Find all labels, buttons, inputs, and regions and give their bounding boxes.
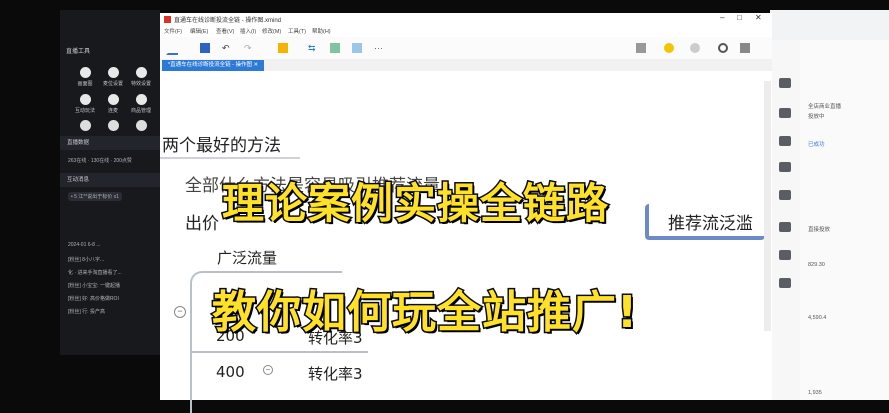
tool-effects[interactable]: 特效设置 xyxy=(130,67,152,87)
maximize-button[interactable]: □ xyxy=(737,13,742,22)
menu-help[interactable]: 帮助(H) xyxy=(312,27,331,35)
tool-extra-1[interactable] xyxy=(74,120,96,133)
menu-view[interactable]: 查看(V) xyxy=(216,27,234,35)
live-stats: 263在线 · 130在线 · 200点赞 xyxy=(68,158,132,164)
right-icon-bar xyxy=(770,40,801,400)
minimize-button[interactable]: – xyxy=(720,13,724,22)
chat-line: [粉丝] 行: 投产高 xyxy=(68,309,105,315)
menu-bar: 文件(F) 编辑(E) 查看(V) 插入(I) 修改(M) 工具(T) 帮助(H… xyxy=(160,25,772,35)
more-icon[interactable]: ⋯ xyxy=(374,43,384,53)
brush-icon[interactable] xyxy=(779,108,791,118)
tool-products[interactable]: 商品管理 xyxy=(130,94,152,114)
emoji-icon[interactable] xyxy=(690,43,700,53)
right-link[interactable]: 已成功 xyxy=(808,140,825,148)
mindmap-canvas[interactable]: 两个最好的方法 全部什么方法是容易吸引推荐流量 出价 推荐流泛滥 广泛流量 − … xyxy=(160,71,772,413)
toolbar: ↶ ↷ ⇆ ⋯ xyxy=(160,37,772,60)
app-logo-icon xyxy=(164,16,171,23)
overlay-caption-2: 教你如何玩全站推广! xyxy=(210,286,639,340)
right-text: 直接投放 xyxy=(808,227,831,233)
right-content-panel: 全店商业直播 投放中 已成功 直接投放 829.30 4,590.4 1,935 xyxy=(800,40,889,400)
menu-modify[interactable]: 修改(M) xyxy=(262,27,281,35)
panel-title: 直播工具 xyxy=(66,49,91,55)
row2-number[interactable]: 400 xyxy=(216,363,245,381)
outline-icon[interactable] xyxy=(779,190,791,200)
summary-icon[interactable] xyxy=(352,43,362,53)
topic-broad-traffic[interactable]: 广泛流量 xyxy=(217,247,277,268)
notes-icon[interactable] xyxy=(636,43,646,53)
topic-bid[interactable]: 出价 xyxy=(185,209,219,234)
topic-heading[interactable]: 两个最好的方法 xyxy=(162,131,281,156)
tool-extra-2[interactable] xyxy=(102,120,124,133)
vertical-scrollbar[interactable] xyxy=(764,81,771,331)
title-bar: 直通车在线诊断投流全链 - 操作图.xmind – □ ✕ xyxy=(160,13,772,25)
branch-connector xyxy=(190,271,212,413)
collapse-toggle[interactable]: − xyxy=(263,365,273,375)
menu-file[interactable]: 文件(F) xyxy=(164,27,182,35)
tool-link-mic[interactable]: 连麦 xyxy=(102,94,124,114)
chat-line: [粉丝] 小宝宝: 一键起播 xyxy=(68,283,120,289)
chat-line: [粉丝] 好: 高价格做ROI xyxy=(68,296,119,302)
right-text: 投放中 xyxy=(808,114,825,120)
tab-document[interactable]: *直通车在线诊断投流全链 - 操作图 ✕ xyxy=(162,60,265,71)
idea-icon[interactable] xyxy=(664,43,674,53)
search-icon[interactable] xyxy=(718,43,728,53)
document-icon[interactable] xyxy=(779,222,791,232)
topic-icon[interactable] xyxy=(278,43,288,53)
comment-icon[interactable] xyxy=(779,250,791,260)
chat-line: 2024-01 6-8 ... xyxy=(68,242,101,248)
redo-icon[interactable]: ↷ xyxy=(244,43,254,53)
clipboard-icon[interactable] xyxy=(779,278,791,288)
overlay-caption-1: 理论案例实操全链路 xyxy=(220,178,610,230)
undo-icon[interactable]: ↶ xyxy=(222,43,232,53)
menu-insert[interactable]: 插入(I) xyxy=(240,27,256,35)
image-icon[interactable] xyxy=(779,136,791,146)
close-button[interactable]: ✕ xyxy=(755,13,762,22)
tool-camera[interactable]: 画面图 xyxy=(74,67,96,87)
section-interact: 互动消息 xyxy=(60,173,160,187)
interact-message: • 5 江**说出于标价 x1 xyxy=(68,192,122,201)
tool-mic[interactable]: 麦位设置 xyxy=(102,67,124,87)
topic-recommend[interactable]: 推荐流泛滥 xyxy=(668,209,753,234)
chat-line: 化 · 进来手淘直播看了... xyxy=(68,270,122,276)
tool-interaction[interactable]: 互动玩法 xyxy=(74,94,96,114)
menu-tools[interactable]: 工具(T) xyxy=(288,27,306,35)
tab-bar: *直通车在线诊断投流全链 - 操作图 ✕ xyxy=(160,59,772,71)
flag-icon[interactable] xyxy=(779,162,791,172)
window-title: 直通车在线诊断投流全链 - 操作图.xmind xyxy=(174,18,282,24)
section-live-data: 直播数据 xyxy=(60,136,160,150)
row2-text[interactable]: 转化率3 xyxy=(308,363,363,384)
tab-label: *直通车在线诊断投流全链 - 操作图 xyxy=(168,62,253,68)
boundary-icon[interactable] xyxy=(330,43,340,53)
chat-line: [粉丝] 8小八字... xyxy=(68,257,105,263)
right-value: 1,935 xyxy=(808,390,822,396)
row1-line xyxy=(190,351,368,353)
tool-extra-3[interactable] xyxy=(130,120,152,133)
share-icon[interactable] xyxy=(740,43,750,53)
menu-edit[interactable]: 编辑(E) xyxy=(190,27,208,35)
save-icon[interactable] xyxy=(200,43,210,53)
live-tools-panel: 直播工具 画面图 麦位设置 特效设置 互动玩法 连麦 商品管理 直播数据 263… xyxy=(60,10,160,355)
home-icon[interactable] xyxy=(166,43,178,55)
right-value: 829.30 xyxy=(808,262,825,268)
sort-icon[interactable] xyxy=(779,78,791,88)
topic-underline xyxy=(160,157,300,159)
branch-underline xyxy=(212,271,342,273)
right-value: 4,590.4 xyxy=(808,315,827,321)
relationship-icon[interactable]: ⇆ xyxy=(308,43,318,53)
collapse-toggle[interactable]: − xyxy=(174,306,186,318)
right-text: 全店商业直播 xyxy=(808,104,842,110)
